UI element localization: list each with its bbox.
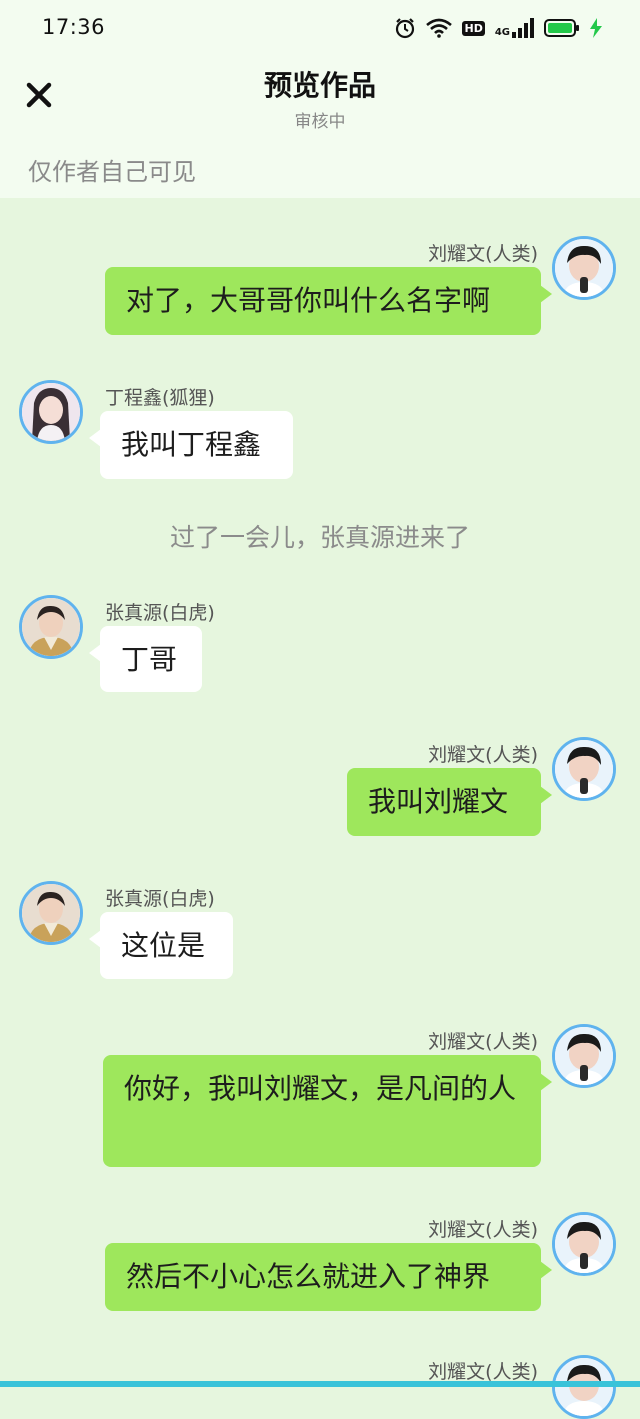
battery-icon xyxy=(544,19,579,37)
message-bubble[interactable]: 我叫丁程鑫 xyxy=(89,411,293,479)
message-bubble[interactable]: 丁哥 xyxy=(89,626,202,692)
review-status: 审核中 xyxy=(294,112,346,132)
avatar-liu-yaowen[interactable] xyxy=(552,1024,616,1088)
sender-name: 刘耀文(人类) xyxy=(428,744,538,766)
avatar-liu-yaowen[interactable] xyxy=(552,1212,616,1276)
message-bubble[interactable]: 然后不小心怎么就进入了神界 xyxy=(105,1243,552,1311)
avatar-liu-yaowen[interactable] xyxy=(552,1355,616,1419)
sender-name: 刘耀文(人类) xyxy=(428,1031,538,1053)
sender-name: 刘耀文(人类) xyxy=(428,243,538,265)
message-bubble[interactable]: 我叫刘耀文 xyxy=(347,768,552,836)
message-bubble[interactable]: 你好，我叫刘耀文，是凡间的人 xyxy=(103,1055,552,1167)
avatar-zhang-zhenyuan[interactable] xyxy=(19,881,83,945)
avatar-liu-yaowen[interactable] xyxy=(552,236,616,300)
hd-icon: HD xyxy=(462,20,485,36)
status-time: 17:36 xyxy=(42,15,106,39)
signal-icon: 4G xyxy=(495,18,534,38)
sender-name: 张真源(白虎) xyxy=(105,602,215,624)
charging-icon xyxy=(590,18,602,38)
visibility-note: 仅作者自己可见 xyxy=(28,158,196,186)
avatar-ding-chengxin[interactable] xyxy=(19,380,83,444)
top-bar: 17:36 HD 4G 预览作品 审核中 仅作者自己可见 xyxy=(0,0,640,198)
narration-text: 过了一会儿，张真源进来了 xyxy=(169,523,470,552)
message-bubble[interactable]: 对了，大哥哥你叫什么名字啊 xyxy=(105,267,552,335)
page-title: 预览作品 xyxy=(263,69,376,102)
wifi-icon xyxy=(426,18,453,38)
sender-name: 丁程鑫(狐狸) xyxy=(105,387,215,409)
sender-name: 刘耀文(人类) xyxy=(428,1361,538,1383)
sender-name: 张真源(白虎) xyxy=(105,888,215,910)
sender-name: 刘耀文(人类) xyxy=(428,1219,538,1241)
network-type: 4G xyxy=(494,27,510,38)
avatar-zhang-zhenyuan[interactable] xyxy=(19,595,83,659)
message-bubble[interactable]: 这位是 xyxy=(89,912,233,979)
alarm-icon xyxy=(396,18,415,39)
avatar-liu-yaowen[interactable] xyxy=(552,737,616,801)
bottom-strip xyxy=(0,1381,640,1387)
status-icons: HD 4G xyxy=(394,14,602,42)
